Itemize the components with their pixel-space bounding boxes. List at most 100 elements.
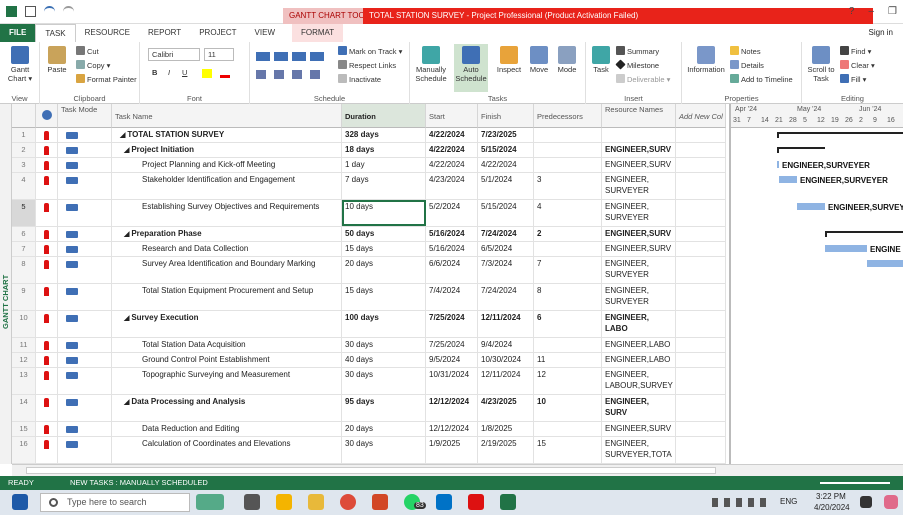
summary-button[interactable]: Summary bbox=[616, 46, 659, 56]
task-mode-cell[interactable] bbox=[58, 284, 112, 310]
start-cell[interactable]: 9/5/2024 bbox=[426, 353, 478, 367]
duration-cell[interactable]: 40 days bbox=[342, 353, 426, 367]
italic-button[interactable]: I bbox=[168, 68, 170, 77]
fill-button[interactable]: Fill ▾ bbox=[840, 74, 866, 84]
duration-cell[interactable]: 95 days bbox=[342, 395, 426, 421]
file-explorer-icon[interactable] bbox=[308, 494, 324, 510]
task-name-cell[interactable]: ◢ TOTAL STATION SURVEY bbox=[112, 128, 342, 142]
clock-time[interactable]: 3:22 PM bbox=[816, 492, 846, 501]
notes-button[interactable]: Notes bbox=[730, 46, 761, 56]
scroll-to-task-button[interactable]: Scroll to Task bbox=[806, 46, 836, 83]
duration-cell[interactable]: 20 days bbox=[342, 257, 426, 283]
table-row[interactable]: 15 Data Reduction and Editing 20 days 12/12… bbox=[12, 422, 726, 437]
percent-complete-icons[interactable] bbox=[256, 52, 326, 61]
duration-cell[interactable]: 7 days bbox=[342, 173, 426, 199]
task-name-cell[interactable]: Survey Area Identification and Boundary … bbox=[112, 257, 342, 283]
duration-cell[interactable]: 20 days bbox=[342, 422, 426, 436]
task-bar[interactable] bbox=[797, 203, 825, 210]
finish-cell[interactable]: 7/24/2024 bbox=[478, 284, 534, 310]
resource-names-cell[interactable]: ENGINEER, SURV bbox=[602, 395, 676, 421]
new-tasks-mode[interactable]: NEW TASKS : MANUALLY SCHEDULED bbox=[70, 478, 208, 487]
bird-icon[interactable] bbox=[196, 494, 224, 510]
start-cell[interactable]: 5/16/2024 bbox=[426, 227, 478, 241]
summary-bar[interactable] bbox=[777, 132, 903, 134]
add-new-column-header[interactable]: Add New Col bbox=[676, 104, 726, 128]
finish-cell[interactable]: 9/4/2024 bbox=[478, 338, 534, 352]
start-cell[interactable]: 5/2/2024 bbox=[426, 200, 478, 226]
duration-cell[interactable]: 15 days bbox=[342, 242, 426, 256]
tab-report[interactable]: REPORT bbox=[139, 24, 190, 42]
task-mode-cell[interactable] bbox=[58, 242, 112, 256]
mode-button[interactable]: Mode bbox=[554, 46, 580, 75]
format-painter-button[interactable]: Format Painter bbox=[76, 74, 137, 84]
help-button[interactable]: ? bbox=[849, 6, 855, 17]
duration-cell[interactable]: 50 days bbox=[342, 227, 426, 241]
font-color-icon[interactable] bbox=[220, 69, 230, 78]
finish-cell[interactable]: 5/15/2024 bbox=[478, 143, 534, 157]
table-row[interactable]: 2 ◢ Project Initiation 18 days 4/22/2024 5/1… bbox=[12, 143, 726, 158]
predecessors-cell[interactable]: 3 bbox=[534, 173, 602, 199]
resource-names-cell[interactable]: ENGINEER, SURVEYER bbox=[602, 257, 676, 283]
clock-date[interactable]: 4/20/2024 bbox=[814, 503, 850, 512]
bold-button[interactable]: B bbox=[152, 68, 157, 77]
task-bar[interactable] bbox=[779, 176, 797, 183]
language-indicator[interactable]: ENG bbox=[780, 497, 797, 506]
summary-bar[interactable] bbox=[825, 231, 903, 233]
table-row[interactable]: 6 ◢ Preparation Phase 50 days 5/16/2024 7/24… bbox=[12, 227, 726, 242]
predecessors-cell[interactable]: 6 bbox=[534, 311, 602, 337]
task-name-cell[interactable]: ◢ Project Initiation bbox=[112, 143, 342, 157]
resource-names-cell[interactable]: ENGINEER,SURV bbox=[602, 422, 676, 436]
add-to-timeline-button[interactable]: Add to Timeline bbox=[730, 74, 793, 84]
info-column-header[interactable] bbox=[36, 104, 58, 128]
predecessors-cell[interactable]: 15 bbox=[534, 437, 602, 463]
scroll-thumb[interactable] bbox=[26, 467, 716, 474]
task-mode-cell[interactable] bbox=[58, 173, 112, 199]
sign-in-link[interactable]: Sign in bbox=[869, 28, 893, 37]
predecessors-cell[interactable]: 12 bbox=[534, 368, 602, 394]
system-tray-icons[interactable] bbox=[712, 498, 772, 507]
task-mode-cell[interactable] bbox=[58, 368, 112, 394]
predecessors-header[interactable]: Predecessors bbox=[534, 104, 602, 128]
task-mode-cell[interactable] bbox=[58, 338, 112, 352]
task-name-cell[interactable]: Project Planning and Kick-off Meeting bbox=[112, 158, 342, 172]
task-name-cell[interactable]: ◢ Survey Execution bbox=[112, 311, 342, 337]
task-bar[interactable] bbox=[777, 161, 779, 168]
tab-view[interactable]: VIEW bbox=[246, 24, 284, 42]
table-row[interactable]: 10 ◢ Survey Execution 100 days 7/25/2024 12/… bbox=[12, 311, 726, 338]
duration-cell[interactable]: 30 days bbox=[342, 368, 426, 394]
task-name-cell[interactable]: ◢ Data Processing and Analysis bbox=[112, 395, 342, 421]
gantt-chart-button[interactable]: Gantt Chart ▾ bbox=[3, 46, 37, 83]
task-mode-cell[interactable] bbox=[58, 437, 112, 463]
inspect-button[interactable]: Inspect bbox=[494, 46, 524, 75]
task-name-cell[interactable]: Topographic Surveying and Measurement bbox=[112, 368, 342, 394]
table-row[interactable]: 12 Ground Control Point Establishment 40 d… bbox=[12, 353, 726, 368]
predecessors-cell[interactable]: 10 bbox=[534, 395, 602, 421]
start-cell[interactable]: 6/6/2024 bbox=[426, 257, 478, 283]
task-name-cell[interactable]: Stakeholder Identification and Engagemen… bbox=[112, 173, 342, 199]
mark-on-track-button[interactable]: Mark on Track ▾ bbox=[338, 46, 402, 56]
table-row[interactable]: 9 Total Station Equipment Procurement and… bbox=[12, 284, 726, 311]
table-row[interactable]: 1 ◢ TOTAL STATION SURVEY 328 days 4/22/2024… bbox=[12, 128, 726, 143]
task-mode-cell[interactable] bbox=[58, 311, 112, 337]
new-column-cell[interactable] bbox=[676, 311, 726, 337]
start-header[interactable]: Start bbox=[426, 104, 478, 128]
move-button[interactable]: Move bbox=[526, 46, 552, 75]
resource-names-cell[interactable]: ENGINEER, LABO bbox=[602, 311, 676, 337]
finish-cell[interactable]: 12/11/2024 bbox=[478, 368, 534, 394]
font-name-select[interactable]: Calibri bbox=[148, 48, 200, 61]
copilot-icon[interactable] bbox=[884, 495, 898, 509]
start-cell[interactable]: 12/12/2024 bbox=[426, 395, 478, 421]
resource-names-cell[interactable]: ENGINEER, SURVEYER bbox=[602, 173, 676, 199]
start-cell[interactable]: 4/22/2024 bbox=[426, 128, 478, 142]
finish-cell[interactable]: 1/8/2025 bbox=[478, 422, 534, 436]
new-column-cell[interactable] bbox=[676, 338, 726, 352]
task-name-cell[interactable]: Calculation of Coordinates and Elevation… bbox=[112, 437, 342, 463]
resource-names-cell[interactable]: ENGINEER,SURV bbox=[602, 158, 676, 172]
task-name-cell[interactable]: ◢ Preparation Phase bbox=[112, 227, 342, 241]
table-row[interactable]: 14 ◢ Data Processing and Analysis 95 days 1… bbox=[12, 395, 726, 422]
task-mode-cell[interactable] bbox=[58, 257, 112, 283]
duration-cell[interactable]: 15 days bbox=[342, 284, 426, 310]
insert-task-button[interactable]: Task bbox=[589, 46, 613, 75]
clear-button[interactable]: Clear ▾ bbox=[840, 60, 875, 70]
find-button[interactable]: Find ▾ bbox=[840, 46, 871, 56]
